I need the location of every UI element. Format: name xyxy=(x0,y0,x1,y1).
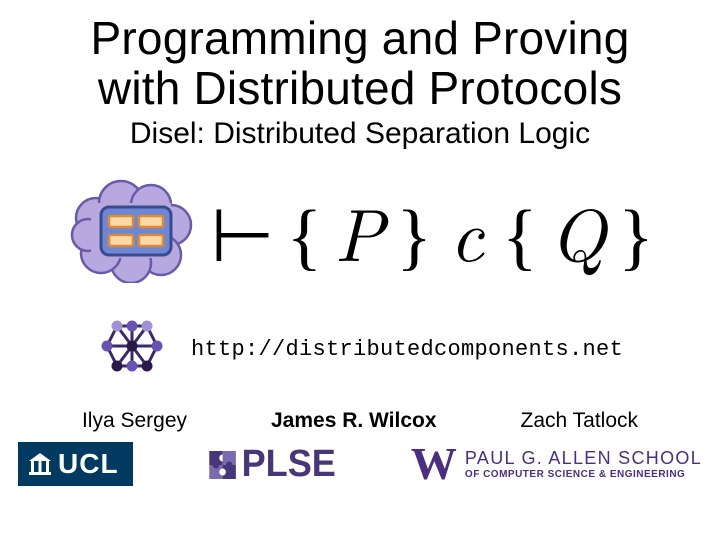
network-graph-icon xyxy=(97,312,167,387)
slide: Programming and Proving with Distributed… xyxy=(0,0,720,540)
allen-line2: OF COMPUTER SCIENCE & ENGINEERING xyxy=(465,470,702,480)
rbrace-2: } xyxy=(618,195,654,280)
plse-logo-text: PLSE xyxy=(242,443,336,486)
hoare-triple: ⊢ { P } c { Q } xyxy=(210,179,654,283)
lbrace-1: { xyxy=(287,195,323,280)
turnstile: ⊢ xyxy=(210,193,274,280)
project-url: http://distributedcomponents.net xyxy=(191,337,623,362)
rbrace-1: } xyxy=(396,195,432,280)
allen-line1: PAUL G. ALLEN SCHOOL xyxy=(465,449,702,467)
author-2: James R. Wilcox xyxy=(271,409,437,433)
title: Programming and Proving with Distributed… xyxy=(0,0,720,113)
subtitle: Disel: Distributed Separation Logic xyxy=(0,117,720,151)
command: c xyxy=(450,179,484,283)
authors: Ilya Sergey James R. Wilcox Zach Tatlock xyxy=(0,409,720,433)
formula-row: ⊢ { P } c { Q } xyxy=(0,173,720,288)
plse-logo: PLSE xyxy=(207,443,335,486)
allen-school-text: PAUL G. ALLEN SCHOOL OF COMPUTER SCIENCE… xyxy=(465,449,702,480)
url-row: http://distributedcomponents.net xyxy=(0,312,720,387)
lbrace-2: { xyxy=(502,195,538,280)
ucl-logo: UCL xyxy=(18,442,133,486)
postcondition: Q xyxy=(550,179,607,283)
dist-cloud-icon xyxy=(66,173,196,288)
author-3: Zach Tatlock xyxy=(521,409,639,433)
title-line1: Programming and Proving xyxy=(91,12,630,64)
title-line2: with Distributed Protocols xyxy=(98,62,622,114)
author-1: Ilya Sergey xyxy=(82,409,187,433)
ucl-logo-text: UCL xyxy=(58,448,119,480)
ucl-gate-icon xyxy=(28,452,52,476)
uw-w-icon: W xyxy=(411,441,457,487)
affiliation-logos: UCL PLSE xyxy=(0,441,720,487)
precondition: P xyxy=(334,179,384,283)
allen-school-logo: W PAUL G. ALLEN SCHOOL OF COMPUTER SCIEN… xyxy=(411,441,702,487)
plse-puzzle-icon xyxy=(207,448,237,480)
